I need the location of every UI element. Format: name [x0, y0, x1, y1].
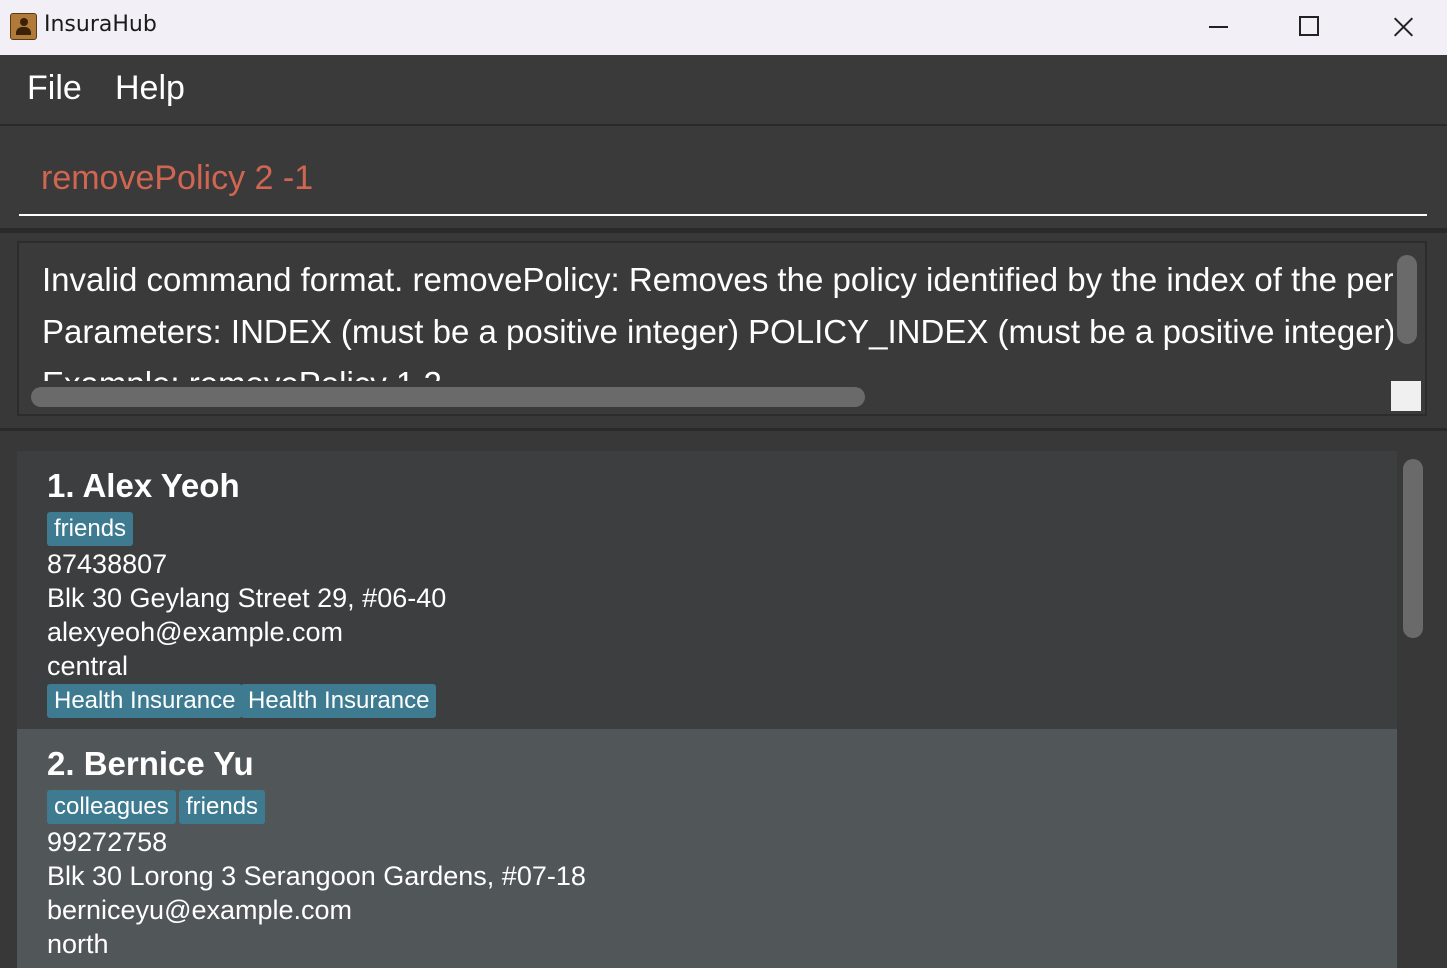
result-line: Invalid command format. removePolicy: Re… [42, 261, 1393, 298]
person-name: 2. Bernice Yu [47, 745, 254, 782]
menu-help[interactable]: Help [115, 69, 185, 108]
person-email: berniceyu@example.com [47, 895, 353, 925]
tag-badge: friends [47, 512, 134, 546]
maximize-button[interactable] [1264, 0, 1356, 55]
tag-badge: friends [179, 790, 266, 824]
menu-bar: File Help [0, 55, 1447, 126]
result-text-viewport: Invalid command format. removePolicy: Re… [19, 243, 1393, 381]
result-line: Parameters: INDEX (must be a positive in… [42, 313, 1393, 350]
window-title: InsuraHub [44, 12, 157, 37]
command-input[interactable] [19, 142, 1427, 216]
person-card[interactable]: 2. Bernice Yu colleagues friends 9927275… [17, 729, 1397, 968]
person-name: 1. Alex Yeoh [47, 467, 240, 504]
result-line: Example: removePolicy 1 2 [42, 365, 442, 381]
title-bar: InsuraHub [0, 0, 1447, 55]
person-email: alexyeoh@example.com [47, 617, 344, 647]
person-region: north [47, 929, 109, 959]
close-button[interactable] [1356, 0, 1447, 55]
person-phone: 87438807 [47, 549, 168, 579]
minimize-button[interactable] [1172, 0, 1264, 55]
scrollbar-corner [1391, 381, 1421, 411]
policy-badge: Health Insurance [47, 684, 243, 718]
person-region: central [47, 651, 129, 681]
person-address: Blk 30 Geylang Street 29, #06-40 [47, 583, 447, 613]
result-vertical-scrollbar[interactable] [1397, 255, 1417, 344]
app-contact-icon [10, 13, 37, 40]
person-phone: 99272758 [47, 827, 168, 857]
policy-badge: Health Insurance [241, 684, 437, 718]
person-list-scrollbar[interactable] [1403, 459, 1423, 638]
tag-badge: colleagues [47, 790, 176, 824]
menu-file[interactable]: File [27, 69, 82, 108]
person-card[interactable]: 1. Alex Yeoh friends 87438807 Blk 30 Gey… [17, 451, 1397, 729]
result-horizontal-scrollbar[interactable] [31, 387, 865, 407]
person-address: Blk 30 Lorong 3 Serangoon Gardens, #07-1… [47, 861, 586, 891]
